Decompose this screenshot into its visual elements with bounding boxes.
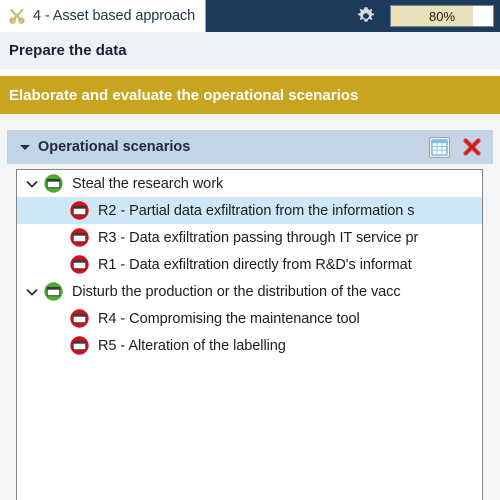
red-risk-icon [69, 254, 90, 275]
panel-header-operational-scenarios: Operational scenarios [7, 130, 493, 164]
tree-row[interactable]: R3 - Data exfiltration passing through I… [17, 224, 482, 251]
tree-row[interactable]: R2 - Partial data exfiltration from the … [17, 197, 482, 224]
progress-bar: 80% [390, 5, 494, 27]
tab-bar-right-tools: 80% [356, 0, 500, 32]
gear-icon[interactable] [356, 6, 376, 26]
tree-row[interactable]: Disturb the production or the distributi… [17, 278, 482, 305]
chevron-down-icon[interactable] [24, 284, 40, 300]
operational-scenarios-tree[interactable]: Steal the research work R2 - Partial data… [16, 169, 483, 500]
tab-asset-based-approach[interactable]: 4 - Asset based approach [0, 0, 207, 32]
tree-row[interactable]: R1 - Data exfiltration directly from R&D… [17, 251, 482, 278]
tree-row-label: R1 - Data exfiltration directly from R&D… [98, 256, 412, 273]
red-x-icon[interactable] [462, 137, 482, 157]
green-scenario-icon [43, 281, 64, 302]
panel-actions [429, 136, 493, 158]
tree-rows-container: Steal the research work R2 - Partial data… [17, 170, 482, 359]
tree-row-label: R5 - Alteration of the labelling [98, 337, 286, 354]
red-risk-icon [69, 227, 90, 248]
crossed-tools-icon [8, 7, 26, 25]
tab-label: 4 - Asset based approach [33, 8, 196, 24]
red-risk-icon [69, 200, 90, 221]
tree-row-label: R2 - Partial data exfiltration from the … [98, 202, 415, 219]
tab-bar: 4 - Asset based approach 80% [0, 0, 500, 32]
table-grid-icon[interactable] [429, 136, 450, 158]
tree-row-label: R3 - Data exfiltration passing through I… [98, 229, 419, 246]
tree-row-label: Steal the research work [72, 175, 224, 192]
chevron-down-icon[interactable] [24, 176, 40, 192]
tree-row-label: R4 - Compromising the maintenance tool [98, 310, 360, 327]
red-risk-icon [69, 308, 90, 329]
red-risk-icon [69, 335, 90, 356]
step-title: Prepare the data [0, 32, 500, 69]
triangle-down-icon[interactable] [17, 139, 33, 155]
green-scenario-icon [43, 173, 64, 194]
activity-banner: Elaborate and evaluate the operational s… [0, 76, 500, 114]
panel-title: Operational scenarios [38, 139, 191, 155]
tree-row-label: Disturb the production or the distributi… [72, 283, 401, 300]
tree-row[interactable]: R4 - Compromising the maintenance tool [17, 305, 482, 332]
application-window: 4 - Asset based approach 80% Prepare the… [0, 0, 500, 500]
progress-bar-label: 80% [428, 8, 456, 24]
tree-row[interactable]: Steal the research work [17, 170, 482, 197]
tree-row[interactable]: R5 - Alteration of the labelling [17, 332, 482, 359]
